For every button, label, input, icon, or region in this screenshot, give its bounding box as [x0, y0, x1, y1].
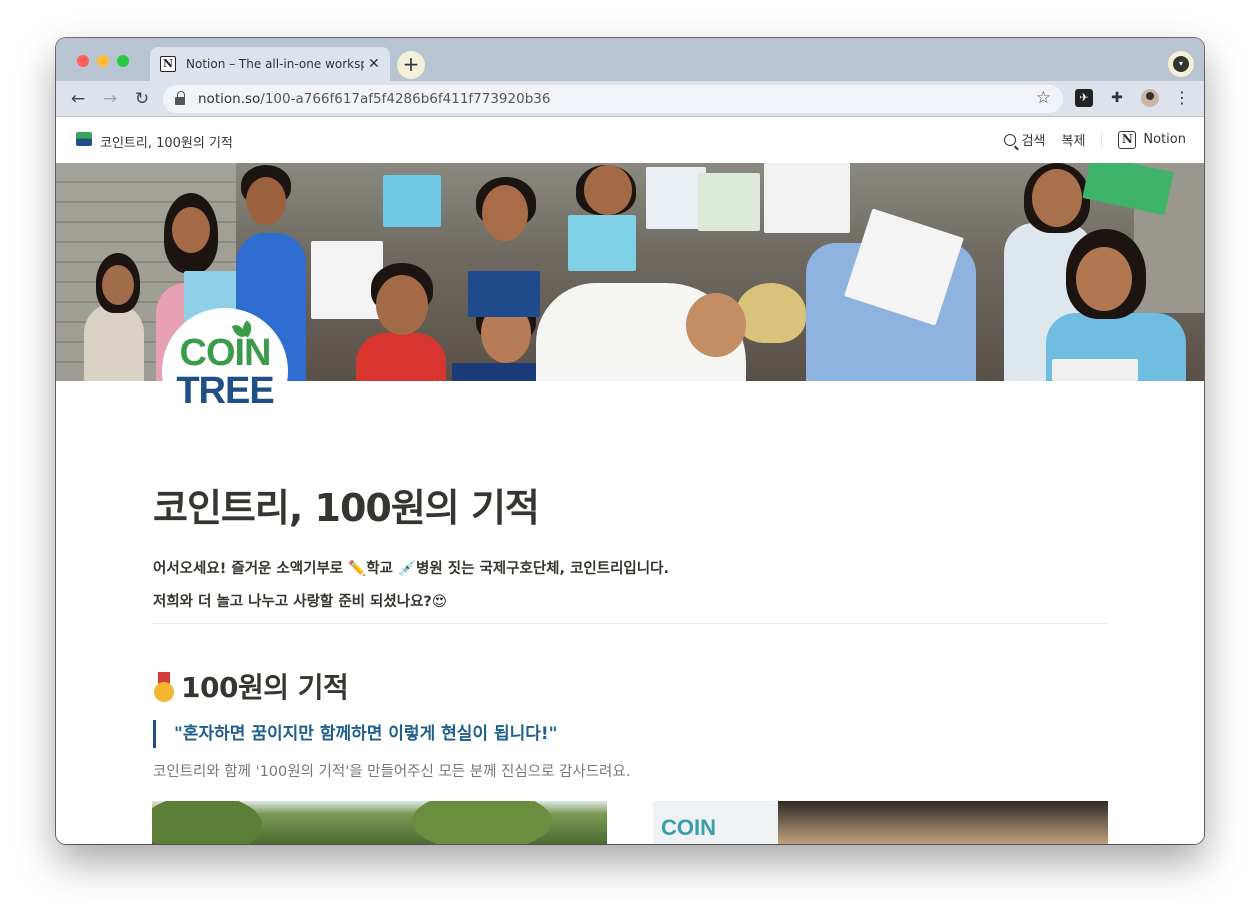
medal-icon [153, 672, 175, 702]
url-text[interactable]: notion.so/100-a766f617af5f4286b6f411f773… [198, 91, 550, 107]
minimize-window-button[interactable] [97, 55, 109, 67]
photo-banner: COIN TREE [653, 801, 778, 844]
topbar-actions: 검색 복제 N Notion [1003, 130, 1186, 149]
browser-tab[interactable]: N Notion – The all-in-one workspace ✕ [150, 47, 390, 81]
cover-figure [356, 333, 446, 381]
close-window-button[interactable] [77, 55, 89, 67]
intro-text-line1: 어서오세요! 즐거운 소액기부로 ✏️학교 💉병원 짓는 국제구호단체, 코인트… [153, 561, 669, 577]
duplicate-button[interactable]: 복제 [1061, 130, 1085, 149]
cover-figure [246, 177, 286, 225]
photo-banner-text: COIN TREE [661, 815, 720, 844]
photo-tree [152, 801, 262, 844]
browser-window: N Notion – The all-in-one workspace ✕ + … [56, 38, 1204, 844]
cover-figure [736, 283, 806, 343]
topbar-divider [1101, 131, 1103, 148]
cover-figure [1076, 247, 1132, 311]
cover-book [1082, 163, 1174, 216]
cover-figure [376, 275, 428, 335]
search-icon[interactable] [1003, 133, 1016, 146]
page-icon [76, 132, 92, 146]
notion-favicon-icon: N [160, 56, 176, 72]
address-bar[interactable]: notion.so/100-a766f617af5f4286b6f411f773… [163, 85, 1063, 113]
cover-book [764, 163, 850, 233]
menu-icon[interactable]: ⋮ [1173, 89, 1191, 107]
star-icon[interactable]: ☆ [1036, 88, 1051, 108]
extension-icon[interactable]: ✈ [1075, 89, 1093, 107]
notion-button[interactable]: Notion [1143, 132, 1186, 147]
cover-book [698, 173, 760, 231]
puzzle-icon[interactable]: ✚ [1108, 89, 1126, 107]
cover-figure [102, 265, 134, 305]
lock-icon[interactable] [175, 91, 185, 105]
cover-book [1052, 359, 1138, 381]
cover-figure [482, 185, 528, 241]
gallery-photo-1[interactable] [152, 801, 607, 844]
divider [153, 623, 1108, 624]
photo-tree [412, 801, 552, 844]
back-icon[interactable]: ← [66, 87, 90, 111]
zoom-window-button[interactable] [117, 55, 129, 67]
intro-text-line2: 저희와 더 놀고 나누고 사랑할 준비 되셨나요?😍 [153, 594, 447, 610]
tab-title: Notion – The all-in-one workspace [186, 57, 364, 71]
page-content: 코인트리, 100원의 기적 어서오세요! 즐거운 소액기부로 ✏️학교 💉병원… [56, 381, 1204, 844]
section-heading: 100원의 기적 [153, 666, 349, 706]
cover-figure [84, 303, 144, 381]
cover-figure [172, 207, 210, 253]
url-host: notion.so [198, 91, 261, 107]
cover-book [452, 363, 548, 381]
notion-logo-icon[interactable]: N [1118, 130, 1137, 149]
thanks-text: 코인트리와 함께 '100원의 기적'을 만들어주신 모든 분께 진심으로 감사… [153, 764, 631, 780]
chevron-down-icon: ▾ [1173, 56, 1189, 72]
url-path: /100-a766f617af5f4286b6f411f773920b36 [260, 91, 551, 107]
profile-avatar[interactable] [1141, 89, 1159, 107]
photo-roof [778, 801, 1108, 844]
breadcrumb-page-title[interactable]: 코인트리, 100원의 기적 [100, 132, 233, 151]
section-heading-text: 100원의 기적 [181, 671, 349, 704]
cover-figure [584, 165, 632, 215]
close-tab-icon[interactable]: ✕ [368, 56, 380, 72]
tab-strip: N Notion – The all-in-one workspace ✕ + … [56, 38, 1204, 81]
page-icon-logo[interactable]: COIN TREE [162, 308, 288, 434]
cover-book [568, 215, 636, 271]
search-button[interactable]: 검색 [1022, 130, 1046, 149]
forward-icon[interactable]: → [98, 87, 122, 111]
logo-tree-text: TREE [176, 370, 274, 412]
cover-book [383, 175, 441, 227]
quote-block: "혼자하면 꿈이지만 함께하면 이렇게 현실이 됩니다!" [153, 720, 558, 748]
reload-icon[interactable]: ↻ [130, 87, 154, 111]
notion-topbar: 코인트리, 100원의 기적 검색 복제 N Notion [56, 118, 1204, 163]
cover-figure [1032, 169, 1082, 227]
tab-search-button[interactable]: ▾ [1168, 51, 1194, 77]
new-tab-button[interactable]: + [397, 51, 425, 79]
cover-book [468, 271, 540, 317]
logo-coin-text: COIN [179, 332, 272, 374]
page-title[interactable]: 코인트리, 100원의 기적 [153, 477, 540, 532]
gallery-photo-2[interactable]: COIN TREE [653, 801, 1108, 844]
cover-book [646, 167, 706, 229]
cover-figure [686, 293, 746, 357]
browser-toolbar: ← → ↻ notion.so/100-a766f617af5f4286b6f4… [56, 81, 1204, 117]
